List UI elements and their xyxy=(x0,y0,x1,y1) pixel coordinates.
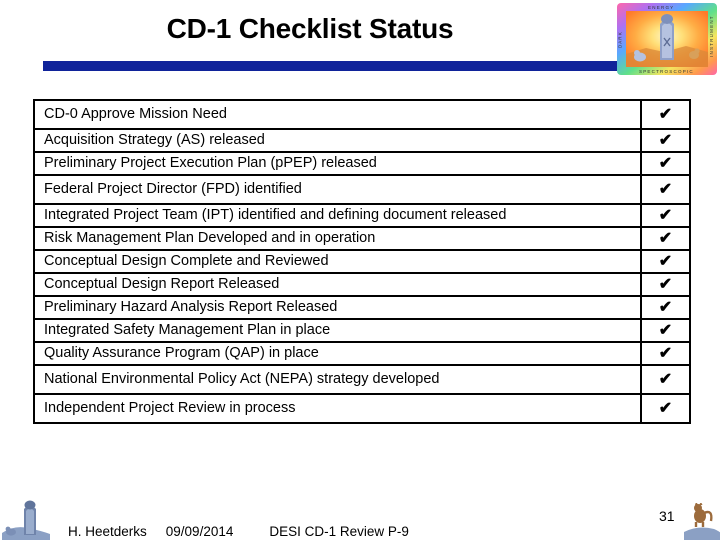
table-row: Federal Project Director (FPD) identifie… xyxy=(33,174,691,205)
footer-date: 09/09/2014 xyxy=(165,524,234,539)
svg-text:I N S T R U M E N T: I N S T R U M E N T xyxy=(709,16,714,57)
checkmark-icon: ✔ xyxy=(640,203,691,228)
table-row: Preliminary Hazard Analysis Report Relea… xyxy=(33,295,691,320)
table-row: Integrated Project Team (IPT) identified… xyxy=(33,203,691,228)
checkmark-icon: ✔ xyxy=(640,364,691,395)
table-row: Independent Project Review in process ✔ xyxy=(33,393,691,424)
checkmark-icon: ✔ xyxy=(640,318,691,343)
svg-text:E N E R G Y: E N E R G Y xyxy=(648,5,673,10)
table-row: CD-0 Approve Mission Need ✔ xyxy=(33,99,691,130)
checkmark-icon: ✔ xyxy=(640,272,691,297)
checklist-item-label: Quality Assurance Program (QAP) in place xyxy=(33,341,642,366)
svg-text:D A R K: D A R K xyxy=(618,32,623,48)
checklist-item-label: Preliminary Hazard Analysis Report Relea… xyxy=(33,295,642,320)
checklist-item-label: Integrated Safety Management Plan in pla… xyxy=(33,318,642,343)
table-row: National Environmental Policy Act (NEPA)… xyxy=(33,364,691,395)
table-row: Conceptual Design Report Released ✔ xyxy=(33,272,691,297)
checklist-item-label: Risk Management Plan Developed and in op… xyxy=(33,226,642,251)
footer-event: DESI CD-1 Review P-9 xyxy=(269,524,409,539)
table-row: Conceptual Design Complete and Reviewed ✔ xyxy=(33,249,691,274)
checkmark-icon: ✔ xyxy=(640,151,691,176)
checklist-item-label: Conceptual Design Complete and Reviewed xyxy=(33,249,642,274)
checklist-item-label: Independent Project Review in process xyxy=(33,393,642,424)
checkmark-icon: ✔ xyxy=(640,174,691,205)
checkmark-icon: ✔ xyxy=(640,295,691,320)
table-row: Preliminary Project Execution Plan (pPEP… xyxy=(33,151,691,176)
checkmark-icon: ✔ xyxy=(640,393,691,424)
checklist-item-label: Acquisition Strategy (AS) released xyxy=(33,128,642,153)
checkmark-icon: ✔ xyxy=(640,341,691,366)
footer-author: H. Heetderks xyxy=(68,524,147,539)
checklist-item-label: National Environmental Policy Act (NEPA)… xyxy=(33,364,642,395)
table-row: Risk Management Plan Developed and in op… xyxy=(33,226,691,251)
monolith-figure-art xyxy=(2,497,64,540)
table-row: Acquisition Strategy (AS) released ✔ xyxy=(33,128,691,153)
checklist-item-label: Conceptual Design Report Released xyxy=(33,272,642,297)
checkmark-icon: ✔ xyxy=(640,128,691,153)
table-row: Quality Assurance Program (QAP) in place… xyxy=(33,341,691,366)
title-underline-rule xyxy=(43,61,625,71)
footer-credit-line: H. Heetderks 09/09/2014 DESI CD-1 Review P… xyxy=(68,524,409,539)
checklist-item-label: Integrated Project Team (IPT) identified… xyxy=(33,203,642,228)
checkmark-icon: ✔ xyxy=(640,226,691,251)
cd1-checklist-table: CD-0 Approve Mission Need ✔ Acquisition St… xyxy=(33,99,691,424)
table-row: Integrated Safety Management Plan in pla… xyxy=(33,318,691,343)
page-title: CD-1 Checklist Status xyxy=(166,13,454,44)
svg-text:S P E C T R O S C O P I C: S P E C T R O S C O P I C xyxy=(639,69,693,74)
checklist-item-label: Federal Project Director (FPD) identifie… xyxy=(33,174,642,205)
checkmark-icon: ✔ xyxy=(640,99,691,130)
desi-doe-logo: E N E R G Y D A R K I N S T R U M E N T … xyxy=(616,2,718,76)
checkmark-icon: ✔ xyxy=(640,249,691,274)
checklist-item-label: Preliminary Project Execution Plan (pPEP… xyxy=(33,151,642,176)
page-number: 31 xyxy=(659,508,675,524)
creature-figure-art xyxy=(684,502,720,540)
checklist-table-body: CD-0 Approve Mission Need ✔ Acquisition St… xyxy=(33,99,691,424)
checklist-item-label: CD-0 Approve Mission Need xyxy=(33,99,642,130)
